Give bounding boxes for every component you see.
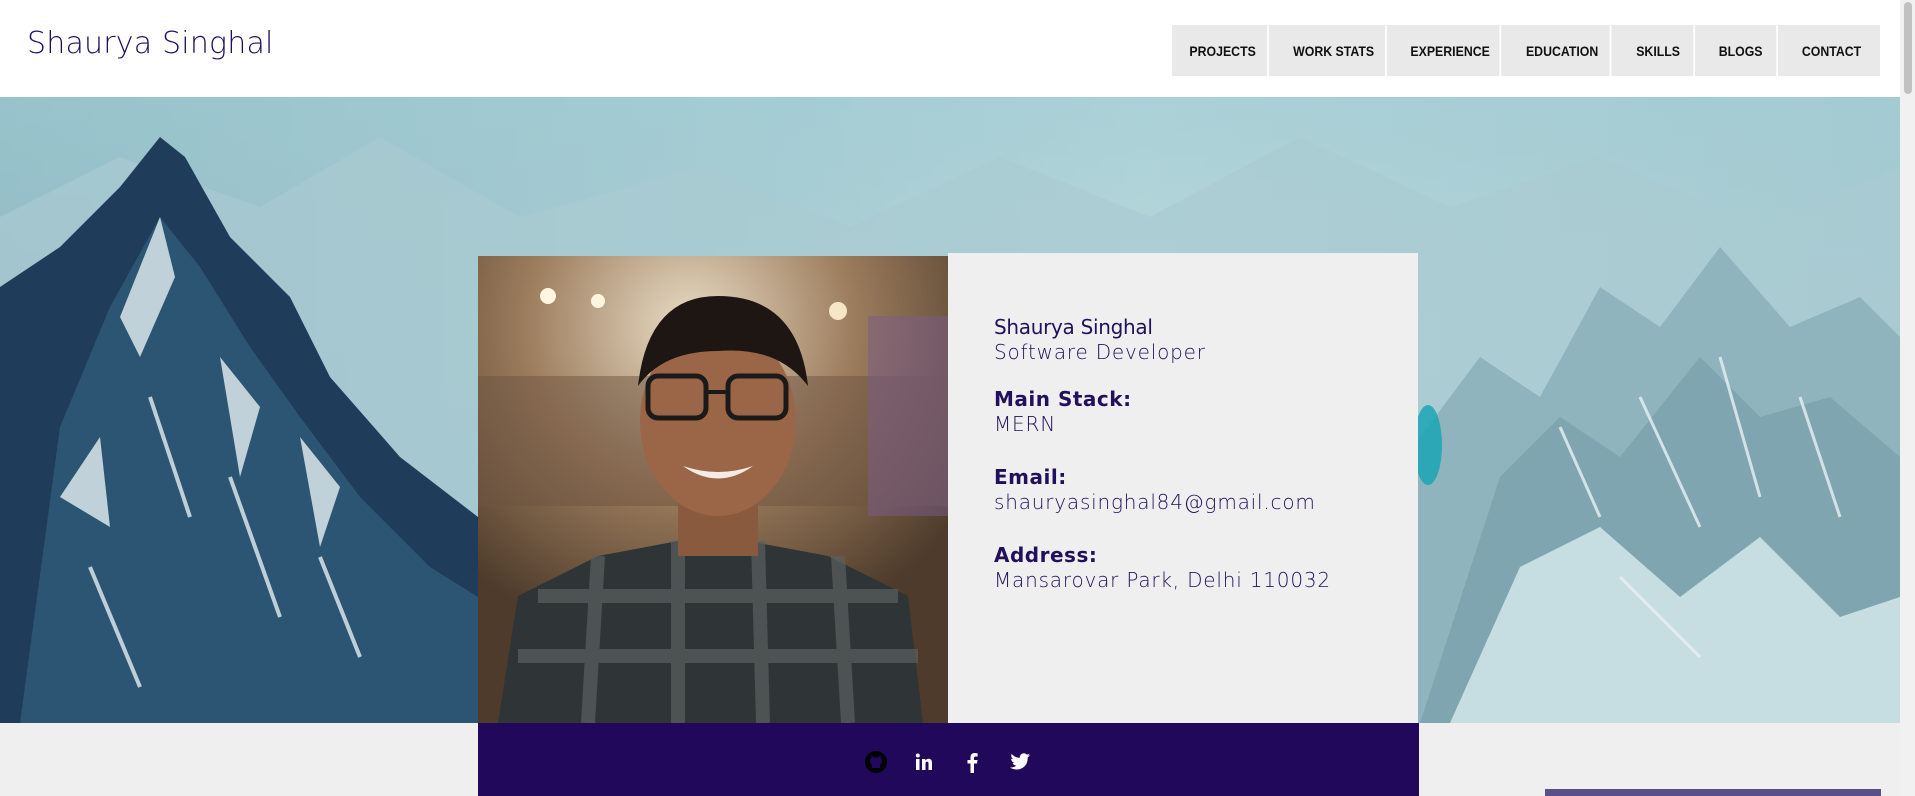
nav-item-projects[interactable]: PROJECTS [1178, 25, 1269, 76]
profile-name: Shaurya Singhal [994, 315, 1153, 339]
linkedin-icon[interactable] [912, 750, 936, 774]
email-link[interactable]: shauryasinghal84@gmail.com [994, 489, 1316, 515]
nav-item-experience[interactable]: EXPERIENCE [1401, 25, 1502, 76]
profile-info-card: Shaurya Singhal Software Developer Main … [948, 253, 1418, 723]
profile-name-block: Shaurya Singhal Software Developer [994, 315, 1206, 365]
main-nav: PROJECTS WORK STATS EXPERIENCE EDUCATION… [1172, 25, 1880, 76]
main-stack-block: Main Stack: MERN [994, 387, 1132, 437]
email-label: Email: [994, 465, 1067, 489]
nav-item-skills[interactable]: SKILLS [1623, 25, 1696, 76]
nav-item-contact[interactable]: CONTACT [1789, 25, 1874, 76]
address-value: Mansarovar Park, Delhi 110032 [994, 568, 1331, 592]
twitter-icon[interactable] [1008, 750, 1032, 774]
address-label: Address: [994, 543, 1098, 567]
github-icon[interactable] [864, 750, 888, 774]
nav-item-blogs[interactable]: BLOGS [1705, 25, 1779, 76]
nav-item-education[interactable]: EDUCATION [1515, 25, 1612, 76]
profile-title: Software Developer [994, 340, 1206, 364]
social-bar [478, 723, 1419, 796]
nav-item-work-stats[interactable]: WORK STATS [1282, 25, 1387, 76]
address-block: Address: Mansarovar Park, Delhi 110032 [994, 543, 1331, 593]
main-stack-label: Main Stack: [994, 387, 1132, 411]
facebook-icon[interactable] [960, 750, 984, 774]
scrollbar-thumb[interactable] [1904, 2, 1912, 94]
page-scrollbar[interactable] [1900, 0, 1915, 796]
person-portrait-image [478, 256, 948, 723]
site-header: Shaurya Singhal PROJECTS WORK STATS EXPE… [0, 0, 1900, 97]
email-block: Email: shauryasinghal84@gmail.com [994, 465, 1316, 515]
floating-chat-button[interactable] [1545, 789, 1881, 796]
main-stack-value: MERN [994, 412, 1056, 436]
social-icons [864, 750, 1032, 774]
profile-photo [478, 256, 948, 723]
site-title[interactable]: Shaurya Singhal [27, 26, 274, 61]
